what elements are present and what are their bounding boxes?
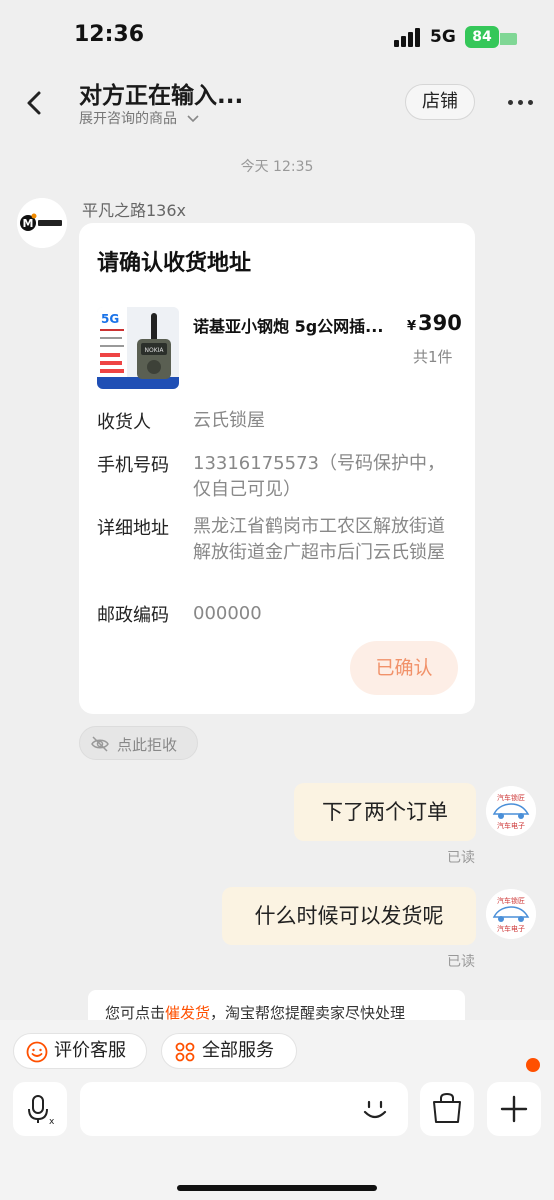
notification-dot [526, 1058, 540, 1072]
svg-text:汽车电子: 汽车电子 [497, 924, 525, 933]
rate-service-label: 评价客服 [54, 1040, 126, 1061]
eye-off-icon [91, 736, 109, 752]
my-message-bubble[interactable]: 下了两个订单 [294, 783, 476, 841]
product-name[interactable]: 诺基亚小钢炮 5g公网插... [193, 313, 393, 337]
home-indicator[interactable] [177, 1185, 377, 1191]
more-icon[interactable] [508, 100, 534, 106]
services-grid-icon [175, 1042, 195, 1062]
microphone-icon: x [28, 1095, 55, 1127]
product-image[interactable]: 5G NOKIA [97, 307, 179, 389]
plus-icon [500, 1095, 528, 1123]
svg-text:NOKIA: NOKIA [144, 347, 164, 354]
signal-icon [394, 27, 422, 47]
recipient-value: 云氏锁屋 [193, 410, 265, 431]
phone-label: 手机号码 [97, 455, 169, 476]
seller-avatar[interactable]: M [17, 198, 67, 248]
more-actions-button[interactable] [487, 1082, 541, 1136]
all-services-label: 全部服务 [202, 1040, 274, 1061]
my-message-bubble[interactable]: 什么时候可以发货呢 [222, 887, 476, 945]
status-bar: 12:36 5G 84 [0, 0, 554, 70]
shop-button[interactable]: 店铺 [405, 84, 475, 120]
walkie-talkie-icon: 5G NOKIA [97, 307, 179, 389]
svg-text:M: M [23, 217, 34, 230]
my-avatar[interactable]: 汽车锁匠 汽车电子 [486, 889, 536, 939]
postcode-value: 000000 [193, 603, 262, 624]
read-status: 已读 [447, 850, 475, 866]
shopping-bag-button[interactable] [420, 1082, 474, 1136]
shopping-bag-icon [433, 1092, 461, 1123]
expand-product-label: 展开咨询的商品 [79, 111, 177, 127]
expand-product-link[interactable]: 展开咨询的商品 [79, 108, 200, 128]
svg-text:5G: 5G [101, 312, 119, 326]
message-input[interactable] [80, 1082, 408, 1136]
read-status: 已读 [447, 954, 475, 970]
address-confirm-card[interactable]: 请确认收货地址 5G NOKIA 诺基亚小钢炮 5g公网插... ¥390 共1… [79, 223, 475, 714]
svg-text:汽车电子: 汽车电子 [497, 821, 525, 830]
message-timestamp: 今天 12:35 [240, 159, 314, 175]
battery-icon: 84 [465, 26, 517, 48]
recipient-label: 收货人 [97, 412, 151, 433]
reject-label: 点此拒收 [117, 736, 178, 754]
back-button[interactable] [20, 86, 50, 120]
reject-button[interactable]: 点此拒收 [79, 726, 198, 760]
chat-title: 对方正在输入... [79, 83, 244, 109]
confirmed-button[interactable]: 已确认 [350, 641, 458, 695]
network-label: 5G [430, 27, 456, 47]
battery-level: 84 [465, 26, 499, 48]
chevron-left-icon [27, 91, 41, 115]
svg-text:汽车锁匠: 汽车锁匠 [497, 793, 525, 802]
system-tip: 您可点击催发货，淘宝帮您提醒卖家尽快处理 [88, 990, 465, 1022]
my-avatar[interactable]: 汽车锁匠 汽车电子 [486, 786, 536, 836]
currency-symbol: ¥ [407, 319, 417, 334]
chat-header: 对方正在输入... 展开咨询的商品 店铺 [0, 70, 554, 134]
product-count: 共1件 [413, 348, 453, 366]
address-label: 详细地址 [97, 518, 169, 539]
seller-name: 平凡之路136x [82, 201, 187, 220]
emoji-icon [363, 1100, 387, 1119]
seller-logo-icon: M [17, 198, 67, 248]
all-services-button[interactable]: 全部服务 [161, 1033, 297, 1069]
voice-input-button[interactable]: x [13, 1082, 67, 1136]
smile-icon [26, 1041, 48, 1063]
svg-text:汽车锁匠: 汽车锁匠 [497, 896, 525, 905]
price-value: 390 [418, 311, 462, 335]
chevron-down-icon [187, 113, 200, 126]
svg-text:x: x [49, 1117, 55, 1127]
product-price: ¥390 [407, 311, 462, 335]
phone-value: 13316175573（号码保护中，仅自己可见） [193, 453, 445, 500]
car-logo-icon: 汽车锁匠 汽车电子 [486, 889, 536, 939]
status-time: 12:36 [74, 22, 145, 47]
postcode-label: 邮政编码 [97, 605, 169, 626]
card-title: 请确认收货地址 [97, 251, 252, 276]
car-logo-icon: 汽车锁匠 汽车电子 [486, 786, 536, 836]
bottom-toolbar: 评价客服 全部服务 x [0, 1020, 554, 1200]
address-value: 黑龙江省鹤岗市工农区解放街道解放街道金广超市后门云氏锁屋 [193, 516, 445, 563]
rate-service-button[interactable]: 评价客服 [13, 1033, 147, 1069]
emoji-button[interactable] [360, 1094, 390, 1124]
